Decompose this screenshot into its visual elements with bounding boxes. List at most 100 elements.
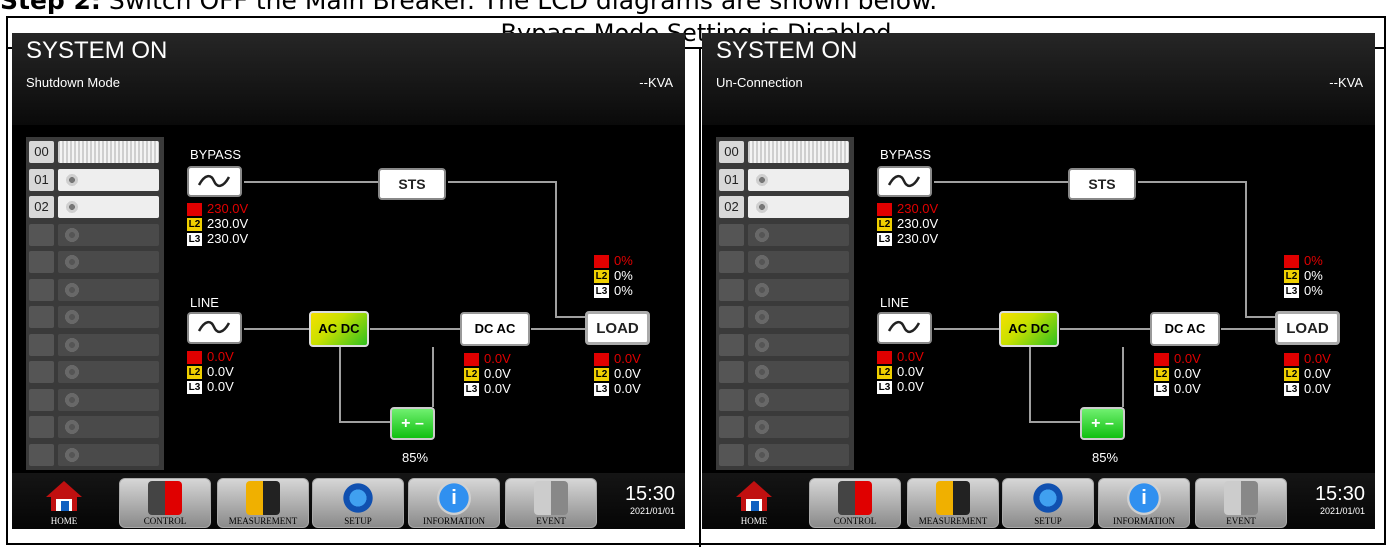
- phase-value: 230.0V: [207, 216, 249, 232]
- module-id: [29, 306, 54, 328]
- line-source-icon[interactable]: [187, 312, 242, 344]
- clock: 15:30 2021/01/01: [1315, 483, 1365, 516]
- measurement-button[interactable]: MEASUREMENT: [217, 478, 309, 528]
- voltage-row: L2 230.0V: [877, 216, 938, 232]
- module-id: 02: [719, 196, 744, 218]
- line-label: LINE: [190, 295, 219, 310]
- phase-tag-l2: L2: [877, 218, 892, 232]
- voltage-row: L3 0.0V: [594, 381, 641, 397]
- rectifier-icon[interactable]: AC DC: [309, 311, 369, 347]
- bypass-source-icon[interactable]: [877, 166, 932, 197]
- control-button[interactable]: CONTROL: [119, 478, 211, 528]
- voltage-row: L3 230.0V: [187, 231, 249, 247]
- operating-mode: Shutdown Mode: [26, 75, 120, 90]
- home-button[interactable]: HOME: [34, 473, 94, 528]
- nav-label: EVENT: [1226, 516, 1256, 526]
- module-unit-icon: [748, 196, 849, 218]
- module-slot[interactable]: 02: [719, 196, 851, 220]
- battery-icon[interactable]: + –: [1080, 407, 1125, 440]
- voltage-row: L2 0.0V: [877, 364, 924, 380]
- module-unit-icon: [58, 251, 159, 273]
- phase-tag-l2: L2: [594, 270, 609, 284]
- phase-tag-l1: L1: [594, 353, 609, 367]
- battery-icon[interactable]: + –: [390, 407, 435, 440]
- voltage-row: L2 230.0V: [187, 216, 249, 232]
- measurement-icon: [246, 481, 280, 515]
- module-unit-icon: [748, 361, 849, 383]
- module-slot: [29, 223, 161, 248]
- voltage-row: L3 0.0V: [1284, 381, 1331, 397]
- voltage-row: L1 0.0V: [1154, 351, 1201, 367]
- voltage-row: L3 0.0V: [877, 379, 924, 395]
- nav-label: CONTROL: [833, 516, 877, 526]
- module-slot[interactable]: 00: [719, 141, 851, 165]
- flow-line: [934, 181, 1068, 183]
- bypass-label: BYPASS: [190, 147, 242, 162]
- voltage-row: L1 230.0V: [877, 201, 938, 217]
- line-source-icon[interactable]: [877, 312, 932, 344]
- phase-value: 230.0V: [207, 231, 249, 247]
- voltage-readout: L1 0.0V L2 0.0V L3 0.0V: [594, 351, 641, 397]
- module-slot[interactable]: 01: [29, 168, 161, 193]
- load-box[interactable]: LOAD: [1275, 311, 1340, 345]
- phase-value: 230.0V: [207, 201, 249, 216]
- lcd-panel: SYSTEM ON Shutdown Mode --KVA 00 01 02 BYPASS L…: [12, 33, 685, 529]
- phase-value: 0.0V: [1304, 381, 1331, 397]
- phase-value: 0.0V: [897, 349, 924, 364]
- inverter-label: DC AC: [474, 321, 516, 336]
- module-slot[interactable]: 00: [29, 141, 161, 165]
- phase-value: 0%: [1304, 268, 1323, 284]
- home-button[interactable]: HOME: [724, 473, 784, 528]
- event-button[interactable]: EVENT: [505, 478, 597, 528]
- setup-icon: [341, 481, 375, 515]
- nav-label: SETUP: [344, 516, 372, 526]
- module-id: [29, 333, 54, 356]
- inverter-icon[interactable]: DC AC: [1150, 312, 1220, 346]
- phase-value: 0%: [1304, 253, 1323, 268]
- setup-button[interactable]: SETUP: [312, 478, 404, 528]
- voltage-row: L2 0.0V: [1284, 366, 1331, 382]
- flow-line: [1122, 347, 1124, 407]
- phase-tag-l3: L3: [187, 233, 202, 247]
- control-icon: [838, 481, 872, 515]
- module-unit-icon: [58, 278, 159, 301]
- module-slot: [719, 223, 851, 248]
- module-unit-icon: [58, 141, 159, 163]
- information-button[interactable]: i INFORMATION: [408, 478, 500, 528]
- module-slot[interactable]: 01: [719, 168, 851, 193]
- module-id: 00: [29, 141, 54, 163]
- module-id: [719, 333, 744, 356]
- module-id: [719, 416, 744, 438]
- information-button[interactable]: i INFORMATION: [1098, 478, 1190, 528]
- module-id: [719, 443, 744, 466]
- flow-line: [555, 316, 585, 318]
- phase-value: 0.0V: [207, 379, 234, 395]
- voltage-row: L2 0%: [1284, 268, 1323, 284]
- voltage-row: L3 0%: [594, 283, 633, 299]
- sts-switch[interactable]: STS: [378, 168, 446, 200]
- control-button[interactable]: CONTROL: [809, 478, 901, 528]
- home-icon: [736, 481, 772, 511]
- sts-label: STS: [1088, 176, 1116, 192]
- phase-tag-l3: L3: [594, 285, 609, 299]
- module-id: 02: [29, 196, 54, 218]
- event-button[interactable]: EVENT: [1195, 478, 1287, 528]
- setup-button[interactable]: SETUP: [1002, 478, 1094, 528]
- module-unit-icon: [58, 306, 159, 328]
- sts-switch[interactable]: STS: [1068, 168, 1136, 200]
- step-label: Step 2:: [0, 0, 101, 15]
- measurement-button[interactable]: MEASUREMENT: [907, 478, 999, 528]
- module-unit-icon: [58, 361, 159, 383]
- phase-tag-l1: L1: [1284, 353, 1299, 367]
- module-slot[interactable]: 02: [29, 196, 161, 220]
- inverter-icon[interactable]: DC AC: [460, 312, 530, 346]
- voltage-row: L3 0.0V: [464, 381, 511, 397]
- load-box[interactable]: LOAD: [585, 311, 650, 345]
- phase-tag-l3: L3: [1284, 285, 1299, 299]
- phase-tag-l1: L1: [187, 203, 202, 217]
- step-text: Switch OFF the Main Breaker. The LCD dia…: [100, 0, 938, 15]
- rectifier-icon[interactable]: AC DC: [999, 311, 1059, 347]
- frame-divider: [699, 49, 701, 547]
- bypass-source-icon[interactable]: [187, 166, 242, 197]
- module-unit-icon: [58, 333, 159, 356]
